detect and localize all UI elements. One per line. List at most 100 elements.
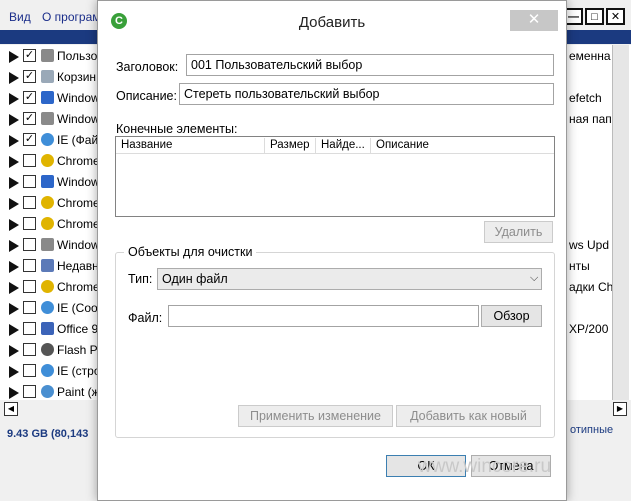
- expand-arrow-icon[interactable]: [9, 72, 19, 84]
- recent-icon: [41, 259, 54, 272]
- list-item[interactable]: Chrome: [0, 193, 100, 214]
- end-elements-list[interactable]: Название Размер Найде... Описание: [115, 136, 555, 217]
- item-checkbox[interactable]: ✓: [23, 112, 36, 125]
- ie-icon: [41, 301, 54, 314]
- type-select-value: Один файл: [162, 272, 228, 286]
- drive-icon: [41, 112, 54, 125]
- expand-arrow-icon[interactable]: [9, 156, 19, 168]
- drive-icon: [41, 49, 54, 62]
- column-found[interactable]: Найде...: [321, 139, 365, 154]
- item-label: IE (стро: [57, 364, 99, 378]
- expand-arrow-icon[interactable]: [9, 282, 19, 294]
- chrome-icon: [41, 217, 54, 230]
- office-icon: [41, 322, 54, 335]
- item-label: Window: [57, 91, 99, 105]
- list-item[interactable]: Window: [0, 172, 100, 193]
- list-item[interactable]: Chrome: [0, 151, 100, 172]
- file-path-input[interactable]: [168, 305, 479, 327]
- type-select[interactable]: Один файл ⌵: [157, 268, 542, 290]
- description-field[interactable]: Стереть пользовательский выбор: [179, 83, 554, 105]
- watermark: www.wincore.ru: [418, 456, 552, 477]
- expand-arrow-icon[interactable]: [9, 261, 19, 273]
- expand-arrow-icon[interactable]: [9, 219, 19, 231]
- item-label: Chrome: [57, 196, 99, 210]
- item-checkbox[interactable]: [23, 322, 36, 335]
- item-checkbox[interactable]: ✓: [23, 91, 36, 104]
- item-checkbox[interactable]: ✓: [23, 70, 36, 83]
- list-item[interactable]: Chrome: [0, 277, 100, 298]
- list-item[interactable]: ✓ IE (Фай: [0, 130, 100, 151]
- expand-arrow-icon[interactable]: [9, 240, 19, 252]
- item-label: Chrome: [57, 154, 99, 168]
- list-item[interactable]: ✓ Корзин: [0, 67, 100, 88]
- expand-arrow-icon[interactable]: [9, 366, 19, 378]
- column-description[interactable]: Описание: [376, 139, 429, 154]
- close-window-button[interactable]: ✕: [606, 8, 625, 25]
- chrome-icon: [41, 280, 54, 293]
- group-title: Объекты для очистки: [124, 245, 257, 259]
- list-item[interactable]: Window: [0, 235, 100, 256]
- scroll-right-arrow[interactable]: ▶: [613, 402, 627, 416]
- list-item[interactable]: ✓ Пользо: [0, 46, 100, 67]
- list-item[interactable]: IE (стро: [0, 361, 100, 382]
- expand-arrow-icon[interactable]: [9, 114, 19, 126]
- item-label: Window: [57, 238, 99, 252]
- add-as-new-button[interactable]: Добавить как новый: [396, 405, 541, 427]
- expand-arrow-icon[interactable]: [9, 135, 19, 147]
- item-label: Chrome: [57, 217, 99, 231]
- item-checkbox[interactable]: [23, 280, 36, 293]
- item-label: Paint (ж: [57, 385, 99, 399]
- item-checkbox[interactable]: [23, 301, 36, 314]
- expand-arrow-icon[interactable]: [9, 303, 19, 315]
- apply-change-button[interactable]: Применить изменение: [238, 405, 393, 427]
- add-dialog: C Добавить ✕ Заголовок: 001 Пользователь…: [97, 0, 567, 501]
- vertical-scrollbar[interactable]: [612, 45, 629, 400]
- list-item[interactable]: IE (Cool: [0, 298, 100, 319]
- item-label: Chrome: [57, 280, 99, 294]
- column-size[interactable]: Размер: [270, 139, 310, 154]
- status-right-text: отипные: [570, 424, 614, 436]
- item-checkbox[interactable]: [23, 259, 36, 272]
- expand-arrow-icon[interactable]: [9, 387, 19, 399]
- menu-view[interactable]: Вид: [9, 10, 31, 24]
- expand-arrow-icon[interactable]: [9, 93, 19, 105]
- item-checkbox[interactable]: [23, 238, 36, 251]
- item-checkbox[interactable]: [23, 175, 36, 188]
- expand-arrow-icon[interactable]: [9, 324, 19, 336]
- list-item[interactable]: Недавн: [0, 256, 100, 277]
- delete-button[interactable]: Удалить: [484, 221, 553, 243]
- drive-icon: [41, 238, 54, 251]
- item-checkbox[interactable]: [23, 217, 36, 230]
- flash-icon: [41, 343, 54, 356]
- column-name[interactable]: Название: [121, 139, 172, 154]
- item-label: IE (Фай: [57, 133, 99, 147]
- list-item[interactable]: Office 9: [0, 319, 100, 340]
- item-checkbox[interactable]: [23, 364, 36, 377]
- list-header: Название Размер Найде... Описание: [116, 137, 554, 154]
- dialog-title: Добавить: [298, 14, 366, 31]
- expand-arrow-icon[interactable]: [9, 198, 19, 210]
- scroll-left-arrow[interactable]: ◀: [4, 402, 18, 416]
- list-item[interactable]: Chrome: [0, 214, 100, 235]
- item-checkbox[interactable]: ✓: [23, 133, 36, 146]
- item-checkbox[interactable]: [23, 343, 36, 356]
- dialog-titlebar[interactable]: C Добавить ✕: [98, 1, 566, 45]
- expand-arrow-icon[interactable]: [9, 177, 19, 189]
- column-separator: [264, 138, 265, 153]
- title-field[interactable]: 001 Пользовательский выбор: [186, 54, 554, 76]
- item-label: Office 9: [57, 322, 99, 336]
- item-label: Корзин: [57, 70, 97, 84]
- list-item[interactable]: ✓ Window: [0, 88, 100, 109]
- item-checkbox[interactable]: [23, 385, 36, 398]
- item-checkbox[interactable]: [23, 154, 36, 167]
- maximize-button[interactable]: □: [585, 8, 604, 25]
- browse-button[interactable]: Обзор: [481, 305, 542, 327]
- list-item[interactable]: ✓ Window: [0, 109, 100, 130]
- list-item[interactable]: Paint (ж: [0, 382, 100, 403]
- item-checkbox[interactable]: [23, 196, 36, 209]
- item-checkbox[interactable]: ✓: [23, 49, 36, 62]
- list-item[interactable]: Flash Pl: [0, 340, 100, 361]
- expand-arrow-icon[interactable]: [9, 345, 19, 357]
- expand-arrow-icon[interactable]: [9, 51, 19, 63]
- close-button[interactable]: ✕: [510, 10, 558, 31]
